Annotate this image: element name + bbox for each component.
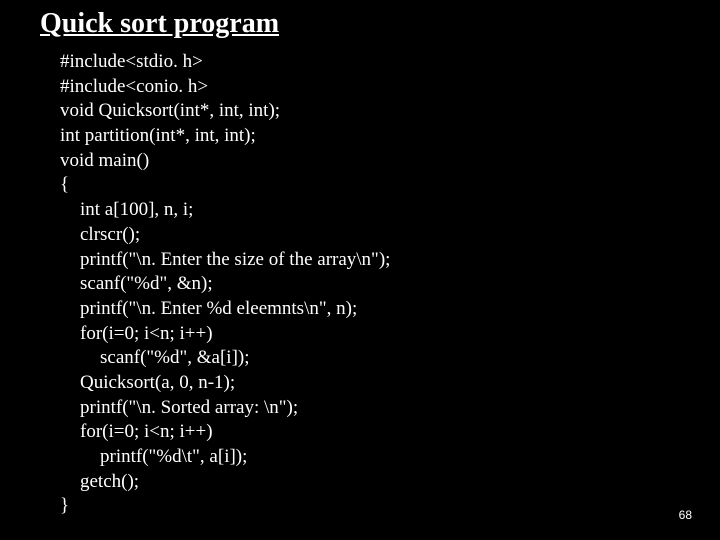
code-line: #include<stdio. h>: [60, 50, 680, 75]
code-line: getch();: [60, 470, 680, 495]
code-line: int partition(int*, int, int);: [60, 124, 680, 149]
code-line: scanf("%d", &a[i]);: [60, 346, 680, 371]
code-line: clrscr();: [60, 223, 680, 248]
code-line: printf("\n. Enter the size of the array\…: [60, 248, 680, 273]
code-line: void Quicksort(int*, int, int);: [60, 99, 680, 124]
code-line: for(i=0; i<n; i++): [60, 322, 680, 347]
code-line: int a[100], n, i;: [60, 198, 680, 223]
code-line: }: [60, 494, 680, 519]
code-line: #include<conio. h>: [60, 75, 680, 100]
code-block: #include<stdio. h> #include<conio. h> vo…: [40, 50, 680, 519]
page-title: Quick sort program: [40, 8, 680, 40]
code-line: Quicksort(a, 0, n-1);: [60, 371, 680, 396]
code-line: for(i=0; i<n; i++): [60, 420, 680, 445]
code-line: printf("\n. Sorted array: \n");: [60, 396, 680, 421]
code-line: {: [60, 173, 680, 198]
slide: Quick sort program #include<stdio. h> #i…: [0, 0, 720, 540]
code-line: printf("\n. Enter %d eleemnts\n", n);: [60, 297, 680, 322]
code-line: printf("%d\t", a[i]);: [60, 445, 680, 470]
code-line: void main(): [60, 149, 680, 174]
page-number: 68: [679, 508, 692, 522]
code-line: scanf("%d", &n);: [60, 272, 680, 297]
